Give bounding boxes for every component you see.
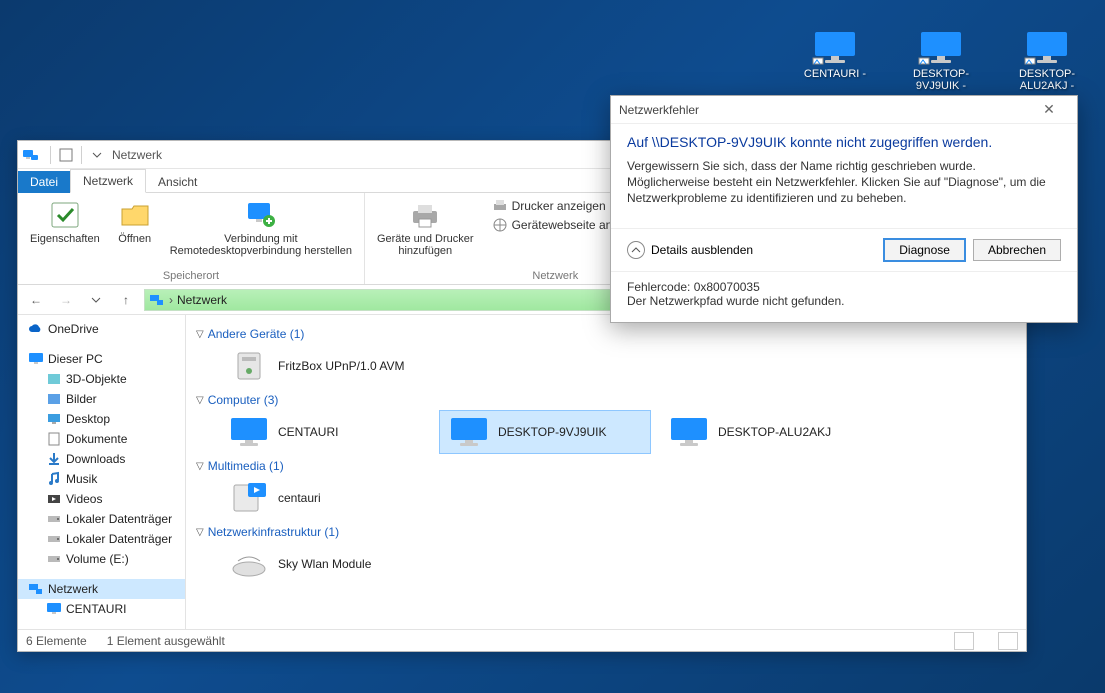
ribbon-rdp-button[interactable]: Verbindung mit Remotedesktopverbindung h… [164, 197, 358, 268]
tree-item[interactable]: CENTAURI [18, 599, 185, 619]
list-item[interactable]: FritzBox UPnP/1.0 AVM [220, 345, 430, 387]
tree-item[interactable]: Musik [18, 469, 185, 489]
tree-item[interactable]: Videos [18, 489, 185, 509]
ribbon-open-button[interactable]: Öffnen [108, 197, 162, 268]
details-toggle-label: Details ausblenden [651, 243, 753, 257]
group-header-infra[interactable]: ▽Netzwerkinfrastruktur (1) [196, 525, 1016, 539]
tree-item[interactable]: Volume (E:) [18, 549, 185, 569]
remote-desktop-icon [245, 199, 277, 231]
status-bar: 6 Elemente 1 Element ausgewählt [18, 629, 1026, 651]
tab-file[interactable]: Datei [18, 171, 70, 193]
view-large-button[interactable] [998, 632, 1018, 650]
status-selected-count: 1 Element ausgewählt [107, 634, 225, 648]
dialog-error-detail: Der Netzwerkpfad wurde nicht gefunden. [627, 294, 1061, 308]
globe-icon [492, 217, 508, 233]
forward-button[interactable]: → [54, 288, 78, 312]
network-icon [149, 292, 165, 308]
cloud-icon [28, 321, 44, 337]
computer-icon [1023, 30, 1071, 66]
qat-properties-button[interactable] [55, 145, 77, 165]
desktop-shortcut-9vj9uik[interactable]: DESKTOP-9VJ9UIK - [901, 30, 981, 92]
list-item[interactable]: Sky Wlan Module [220, 543, 430, 585]
downloads-icon [46, 451, 62, 467]
list-item[interactable]: centauri [220, 477, 430, 519]
tab-network[interactable]: Netzwerk [70, 169, 146, 193]
media-server-icon [228, 481, 270, 515]
drive-icon [46, 551, 62, 567]
drive-icon [46, 511, 62, 527]
tree-network[interactable]: Netzwerk [18, 579, 185, 599]
ribbon-properties-button[interactable]: Eigenschaften [24, 197, 106, 268]
dialog-text: Vergewissern Sie sich, dass der Name ric… [627, 158, 1061, 206]
diagnose-button[interactable]: Diagnose [884, 239, 965, 261]
tree-item[interactable]: Lokaler Datenträger [18, 529, 185, 549]
computer-icon [917, 30, 965, 66]
list-item[interactable]: CENTAURI [220, 411, 430, 453]
list-item[interactable]: DESKTOP-9VJ9UIK [440, 411, 650, 453]
close-button[interactable]: ✕ [1029, 101, 1069, 118]
navigation-tree[interactable]: OneDrive Dieser PC 3D-Objekte Bilder Des… [18, 315, 186, 629]
music-icon [46, 471, 62, 487]
box-icon [46, 371, 62, 387]
desktop-shortcut-centauri[interactable]: CENTAURI - [795, 30, 875, 92]
printer-icon [492, 198, 508, 214]
drive-icon [46, 531, 62, 547]
dialog-title: Netzwerkfehler [619, 103, 699, 117]
computer-icon [448, 415, 490, 449]
view-details-button[interactable] [954, 632, 974, 650]
computer-icon [668, 415, 710, 449]
group-header-multimedia[interactable]: ▽Multimedia (1) [196, 459, 1016, 473]
list-item[interactable]: DESKTOP-ALU2AKJ [660, 411, 870, 453]
group-header-computer[interactable]: ▽Computer (3) [196, 393, 1016, 407]
back-button[interactable]: ← [24, 288, 48, 312]
ribbon-group-label: Speicherort [24, 270, 358, 282]
tab-view[interactable]: Ansicht [146, 171, 209, 193]
ribbon-add-devices-button[interactable]: Geräte und Drucker hinzufügen [371, 197, 480, 268]
dialog-headline: Auf \\DESKTOP-9VJ9UIK konnte nicht zugeg… [627, 134, 1061, 150]
computer-icon [228, 415, 270, 449]
router-icon [228, 547, 270, 581]
tree-thispc[interactable]: Dieser PC [18, 349, 185, 369]
computer-icon [811, 30, 859, 66]
window-title: Netzwerk [112, 148, 162, 162]
dialog-title-bar[interactable]: Netzwerkfehler ✕ [611, 96, 1077, 124]
chevron-up-icon [631, 245, 641, 255]
desktop-icon [46, 411, 62, 427]
status-item-count: 6 Elemente [26, 634, 87, 648]
recent-dropdown-button[interactable] [84, 288, 108, 312]
tree-onedrive[interactable]: OneDrive [18, 319, 185, 339]
network-error-dialog: Netzwerkfehler ✕ Auf \\DESKTOP-9VJ9UIK k… [610, 95, 1078, 323]
folder-open-icon [119, 199, 151, 231]
device-icon [228, 349, 270, 383]
breadcrumb-segment[interactable]: Netzwerk [177, 293, 227, 307]
documents-icon [46, 431, 62, 447]
qat-dropdown-button[interactable] [86, 145, 108, 165]
pictures-icon [46, 391, 62, 407]
group-header-other[interactable]: ▽Andere Geräte (1) [196, 327, 1016, 341]
desktop-shortcut-alu2akj[interactable]: DESKTOP-ALU2AKJ - [1007, 30, 1087, 92]
content-pane[interactable]: ▽Andere Geräte (1) FritzBox UPnP/1.0 AVM… [186, 315, 1026, 629]
desktop-icons: CENTAURI - DESKTOP-9VJ9UIK - DESKTOP-ALU… [795, 30, 1087, 92]
desktop-shortcut-label: DESKTOP-9VJ9UIK - [901, 68, 981, 92]
desktop-shortcut-label: CENTAURI - [804, 68, 866, 80]
desktop-shortcut-label: DESKTOP-ALU2AKJ - [1007, 68, 1087, 92]
videos-icon [46, 491, 62, 507]
details-toggle-button[interactable] [627, 241, 645, 259]
tree-item[interactable]: 3D-Objekte [18, 369, 185, 389]
tree-item[interactable]: Dokumente [18, 429, 185, 449]
computer-icon [28, 351, 44, 367]
tree-item[interactable]: Desktop [18, 409, 185, 429]
network-icon [22, 146, 40, 164]
network-icon [28, 581, 44, 597]
computer-icon [46, 601, 62, 617]
checkmark-icon [49, 199, 81, 231]
tree-item[interactable]: Lokaler Datenträger [18, 509, 185, 529]
up-button[interactable]: ↑ [114, 288, 138, 312]
tree-item[interactable]: Bilder [18, 389, 185, 409]
tree-item[interactable]: Downloads [18, 449, 185, 469]
cancel-button[interactable]: Abbrechen [973, 239, 1061, 261]
devices-printer-icon [409, 199, 441, 231]
dialog-error-code: Fehlercode: 0x80070035 [627, 280, 1061, 294]
